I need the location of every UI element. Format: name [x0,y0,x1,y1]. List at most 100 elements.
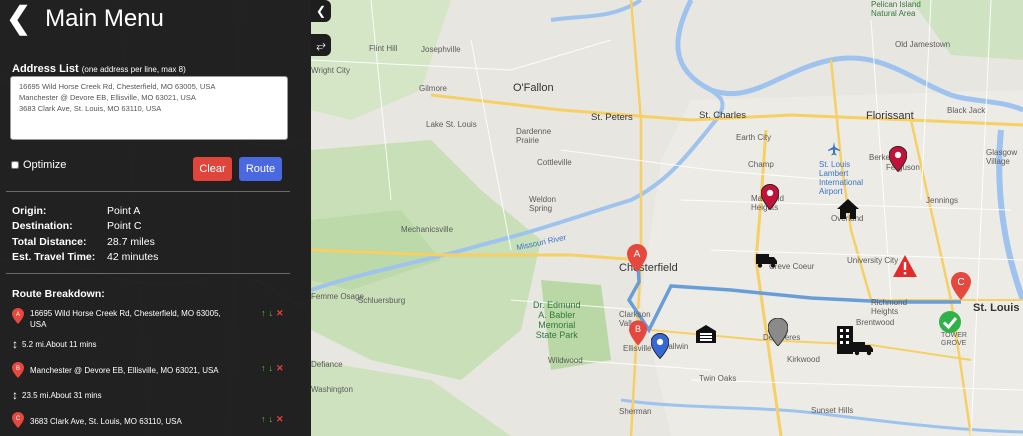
collapse-panel-button[interactable]: ❮ [311,0,331,22]
panel-title: Main Menu [45,5,164,32]
address-list-label: Address List (one address per line, max … [12,63,186,75]
home-icon[interactable] [836,198,860,220]
location-pin-icon[interactable] [651,333,669,359]
map-view[interactable]: Pelican Island Natural Area Old Jamestow… [311,0,1023,436]
segment-info: 23.5 mi.About 31 mins [22,390,102,400]
checkmark-icon[interactable] [938,310,962,334]
location-pin-icon[interactable] [768,318,788,346]
stop-address: 3683 Clark Ave, St. Louis, MO 63110, USA [30,417,182,426]
map-label: Josephville [421,45,461,54]
move-up-icon[interactable]: ↑ [261,308,266,318]
map-label: St. Louis Lambert International Airport [819,160,864,196]
address-list-title: Address List [12,63,79,75]
delete-icon[interactable]: ✕ [276,363,284,373]
divider [6,273,290,274]
warehouse-icon[interactable] [695,324,717,344]
map-label: Gilmore [419,84,448,93]
map-label: TOWER GROVE [941,332,967,347]
svg-text:C: C [957,277,964,288]
map-label: Earth City [736,133,772,142]
marker-c-icon[interactable]: C [951,272,971,300]
stop-actions: ↑ ↓ ✕ [261,414,284,425]
panel-content: ❮ Main Menu Address List (one address pe… [0,0,311,436]
origin-label: Origin: [12,205,47,217]
map-label: Weldon Spring [529,195,556,213]
move-up-icon[interactable]: ↑ [261,414,266,424]
location-pin-icon[interactable] [889,146,907,172]
fullscreen-button[interactable]: ⥂ [311,34,331,56]
map-label: Wright City [311,66,350,75]
map-label: Sunset Hills [811,406,854,415]
move-down-icon[interactable]: ↓ [269,414,274,424]
stop-address: 16695 Wild Horse Creek Rd, Chesterfield,… [30,309,221,329]
svg-text:A: A [16,312,20,318]
map-label: Glasgow Village [986,148,1018,166]
location-pin-icon[interactable] [761,184,779,210]
panel-header: ❮ Main Menu [6,4,164,34]
marker-b-icon[interactable]: B [629,320,647,346]
distance-value: 28.7 miles [107,236,155,248]
optimize-checkbox[interactable] [11,161,19,169]
clear-button[interactable]: Clear [193,157,232,181]
svg-text:C: C [16,416,21,422]
map-label: O'Fallon [513,82,554,94]
building-truck-icon[interactable] [835,324,875,356]
route-stop: C 3683 Clark Ave, St. Louis, MO 63110, U… [12,412,302,434]
stop-address: Manchester @ Devore EB, Ellisville, MO 6… [30,366,219,375]
main-menu-panel: ❮ Main Menu Address List (one address pe… [0,0,311,436]
truck-icon[interactable] [756,252,778,268]
map-label: Washington [311,385,353,394]
destination-value: Point C [107,220,142,232]
optimize-option[interactable]: Optimize [11,159,66,171]
map-label: Jennings [926,196,959,205]
back-icon[interactable]: ❮ [6,4,31,34]
warning-icon[interactable] [892,254,918,278]
map-label: Champ [748,160,774,169]
divider [6,191,290,192]
map-label: Mechanicsville [401,225,454,234]
map-label: Dardenne Prairie [516,127,552,145]
marker-a-icon[interactable]: A [627,244,647,272]
map-label: Pelican Island Natural Area [871,0,921,18]
route-breakdown-title: Route Breakdown: [12,288,105,300]
map-label: Old Jamestown [895,40,951,49]
marker-c-icon: C [12,412,24,428]
map-label: Black Jack [947,106,986,115]
distance-label: Total Distance: [12,236,87,248]
travel-time-row: Est. Travel Time: 42 minutes [12,251,158,263]
move-up-icon[interactable]: ↑ [261,363,266,373]
map-label: Dr. Edmund A. Babler Memorial State Park [533,300,581,340]
move-down-icon[interactable]: ↓ [269,363,274,373]
vertical-arrow-icon: ↕ [12,337,18,351]
address-list-hint: (one address per line, max 8) [81,65,186,74]
destination-row: Destination: Point C [12,220,141,232]
map-label: University City [847,256,899,265]
delete-icon[interactable]: ✕ [276,414,284,424]
map-label: St. Charles [699,110,746,121]
origin-value: Point A [107,205,141,217]
map-label: Florissant [866,110,914,122]
route-stop: A 16695 Wild Horse Creek Rd, Chesterfiel… [12,308,302,330]
svg-text:A: A [634,249,641,260]
delete-icon[interactable]: ✕ [276,308,284,318]
map-label: Wildwood [548,356,583,365]
stop-actions: ↑ ↓ ✕ [261,363,284,374]
svg-text:B: B [16,366,20,372]
map-label: Cottleville [537,158,572,167]
map-label: Twin Oaks [699,374,737,383]
map-label: Flint Hill [369,44,398,53]
map-label: Kirkwood [787,355,820,364]
map-label: Femme Osage [311,292,364,301]
svg-text:B: B [635,324,641,334]
destination-label: Destination: [12,220,73,232]
airport-icon [828,142,840,156]
origin-row: Origin: Point A [12,205,140,217]
address-list-input[interactable]: 16695 Wild Horse Creek Rd, Chesterfield,… [10,76,288,140]
map-label: Richmond Heights [871,298,908,316]
stop-actions: ↑ ↓ ✕ [261,308,284,319]
map-canvas[interactable] [311,0,1023,436]
map-label: Sherman [619,407,652,416]
marker-a-icon: A [12,308,24,324]
move-down-icon[interactable]: ↓ [269,308,274,318]
route-button[interactable]: Route [239,157,282,181]
